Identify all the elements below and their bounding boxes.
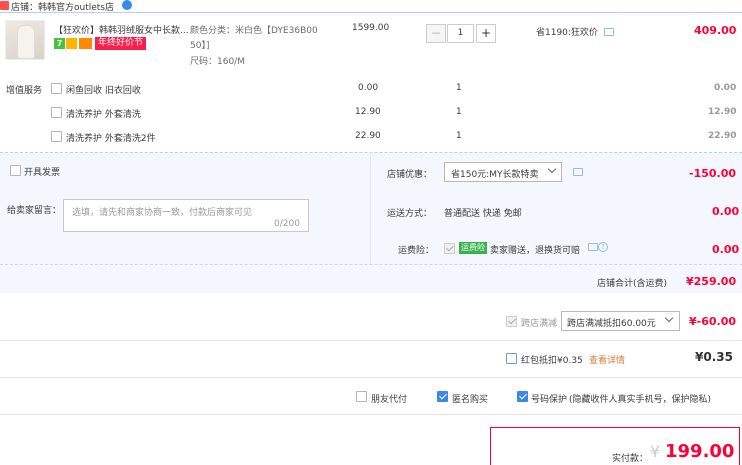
sku-color: 颜色分类：米白色【DYE36B00 xyxy=(190,26,318,36)
service-price: 0.00 xyxy=(358,83,379,93)
cross-shop-checkbox xyxy=(506,316,517,327)
anonymous-label: 匿名购买 xyxy=(452,395,489,405)
shop-total-amount: ¥259.00 xyxy=(686,275,737,288)
comment-icon[interactable] xyxy=(588,243,598,251)
cross-shop-value: 跨店满减抵扣60.00元 xyxy=(567,319,656,329)
anonymous-checkbox[interactable] xyxy=(437,391,448,402)
service-price: 12.90 xyxy=(355,107,381,117)
comment-icon[interactable] xyxy=(604,28,614,36)
product-thumbnail[interactable] xyxy=(5,20,45,60)
service-qty: 1 xyxy=(456,131,462,141)
sku-size: 尺码：160/M xyxy=(190,57,245,67)
red-packet-label: 红包抵扣¥0.35 xyxy=(521,356,583,366)
service-qty: 1 xyxy=(456,107,462,117)
payment-label: 实付款： xyxy=(612,454,649,464)
number-protect-label: 号码保护 xyxy=(531,395,568,405)
cross-shop-select[interactable]: 跨店满减抵扣60.00元 xyxy=(561,311,680,331)
service-price: 22.90 xyxy=(355,131,381,141)
service-checkbox-recycle[interactable] xyxy=(51,83,62,94)
payment-currency: ¥ xyxy=(650,442,661,461)
message-placeholder: 选填，请先和商家协商一致，付款后商家可见 xyxy=(72,208,253,218)
number-protect-note: (隐藏收件人真实手机号，保护隐私) xyxy=(569,395,712,405)
promo-badge: 年终好价节 xyxy=(95,37,147,50)
red-packet-amount: ¥0.35 xyxy=(695,350,733,364)
insurance-text: 卖家赠送，退换货可赔 xyxy=(490,246,581,256)
friend-pay-label: 朋友代付 xyxy=(371,395,408,405)
chevron-down-icon xyxy=(664,313,674,323)
item-total: 409.00 xyxy=(694,24,737,37)
red-packet-checkbox[interactable] xyxy=(506,353,517,364)
message-textarea[interactable]: 选填，请先和商家协商一致，付款后商家可见 0/200 xyxy=(63,199,309,232)
cross-shop-label: 跨店满减 xyxy=(521,319,558,329)
quantity-input[interactable]: 1 xyxy=(447,24,474,43)
shipping-amount: 0.00 xyxy=(712,205,740,218)
friend-pay-checkbox[interactable] xyxy=(356,391,367,402)
red-packet-detail-link[interactable]: 查看详情 xyxy=(589,353,625,366)
invoice-label: 开具发票 xyxy=(24,168,61,178)
seven-day-return-badge: 7 xyxy=(54,38,65,49)
product-title-link[interactable]: 【狂欢价】韩韩羽绒服女中长款... xyxy=(54,23,189,36)
shop-total-label: 店铺合计(含运费) xyxy=(597,279,668,289)
insurance-amount: 0.00 xyxy=(712,243,740,256)
discount-note: 省1190:狂欢价 xyxy=(536,28,598,38)
insurance-checkbox xyxy=(444,243,455,254)
message-label: 给卖家留言： xyxy=(7,206,62,216)
insurance-badge: 运费险 xyxy=(459,242,487,254)
service-qty: 1 xyxy=(456,83,462,93)
service-label: 清洗养护 外套清洗 xyxy=(66,110,141,120)
service-checkbox-wash-2[interactable] xyxy=(51,131,62,142)
service-total: 22.90 xyxy=(708,131,737,141)
quantity-decrease-button[interactable]: − xyxy=(426,24,446,43)
shipping-label: 运送方式： xyxy=(387,209,433,219)
invoice-checkbox[interactable] xyxy=(10,165,21,176)
sku-color-cont: 50】] xyxy=(190,41,210,51)
shop-discount-select[interactable]: 省150元:MY长款特卖 xyxy=(444,162,562,182)
shop-discount-label: 店铺优惠： xyxy=(387,170,433,180)
shop-icon xyxy=(0,1,9,10)
unit-price: 1599.00 xyxy=(352,23,390,33)
service-total: 12.90 xyxy=(708,107,737,117)
shop-discount-value: 省150元:MY长款特卖 xyxy=(451,170,539,180)
help-icon[interactable]: ? xyxy=(598,242,608,252)
shipping-value: 普通配送 快递 免邮 xyxy=(444,209,522,219)
quantity-increase-button[interactable]: + xyxy=(476,24,496,43)
payment-amount: 199.00 xyxy=(665,441,735,462)
chat-icon[interactable] xyxy=(122,0,132,10)
chevron-down-icon xyxy=(547,164,557,174)
insurance-label: 运费险： xyxy=(398,246,435,256)
service-label: 闲鱼回收 旧衣回收 xyxy=(66,86,141,96)
shop-discount-amount: -150.00 xyxy=(689,167,737,180)
services-label: 增值服务 xyxy=(6,86,43,96)
comment-icon[interactable] xyxy=(573,168,583,176)
cross-shop-amount: ¥-60.00 xyxy=(689,315,737,328)
message-counter: 0/200 xyxy=(274,219,300,229)
service-label: 清洗养护 外套清洗2件 xyxy=(66,134,156,144)
guarantee-badge xyxy=(66,38,77,49)
service-total: 0.00 xyxy=(714,83,737,93)
card-badge xyxy=(79,38,92,49)
number-protect-checkbox[interactable] xyxy=(517,391,528,402)
service-checkbox-wash[interactable] xyxy=(51,107,62,118)
